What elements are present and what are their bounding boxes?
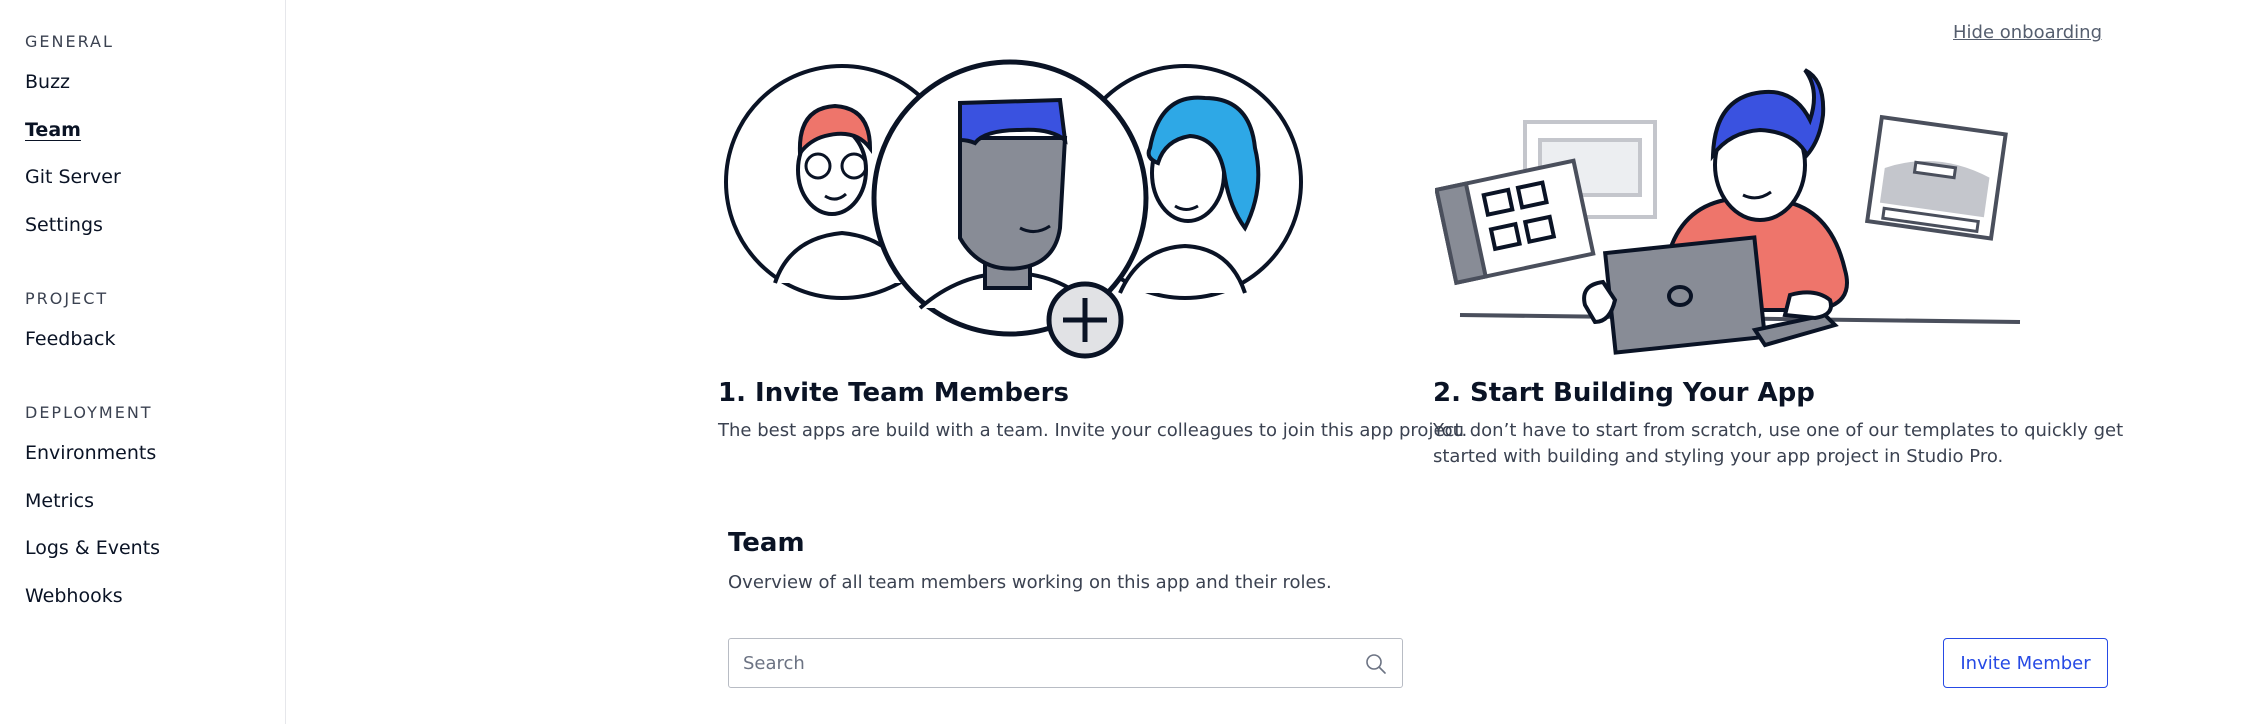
sidebar-item-logs-events[interactable]: Logs & Events bbox=[25, 537, 160, 559]
team-search-box bbox=[728, 638, 1403, 688]
hide-onboarding-link[interactable]: Hide onboarding bbox=[1953, 22, 2102, 43]
sidebar: GENERAL Buzz Team Git Server Settings PR… bbox=[0, 0, 286, 724]
invite-member-button[interactable]: Invite Member bbox=[1943, 638, 2108, 688]
step1-description: The best apps are build with a team. Inv… bbox=[718, 420, 1468, 441]
sidebar-item-team[interactable]: Team bbox=[25, 119, 81, 141]
build-app-illustration bbox=[1435, 68, 2021, 355]
sidebar-item-environments[interactable]: Environments bbox=[25, 442, 156, 464]
sidebar-item-metrics[interactable]: Metrics bbox=[25, 490, 94, 512]
sidebar-item-feedback[interactable]: Feedback bbox=[25, 328, 115, 350]
step2-title: 2. Start Building Your App bbox=[1433, 378, 1815, 408]
sidebar-item-git-server[interactable]: Git Server bbox=[25, 166, 121, 188]
step2-description-line1: You don’t have to start from scratch, us… bbox=[1433, 420, 2124, 441]
team-section-title: Team bbox=[728, 528, 805, 558]
section-title-project: PROJECT bbox=[25, 289, 109, 308]
team-search-input[interactable] bbox=[743, 639, 1343, 687]
sidebar-item-buzz[interactable]: Buzz bbox=[25, 71, 70, 93]
section-title-deployment: DEPLOYMENT bbox=[25, 403, 153, 422]
sidebar-item-webhooks[interactable]: Webhooks bbox=[25, 585, 123, 607]
form-window-icon bbox=[1864, 114, 2008, 241]
grid-window-icon bbox=[1435, 158, 1596, 286]
add-member-icon bbox=[1046, 281, 1124, 359]
search-icon[interactable] bbox=[1364, 652, 1388, 676]
sidebar-item-settings[interactable]: Settings bbox=[25, 214, 103, 236]
step1-title: 1. Invite Team Members bbox=[718, 378, 1069, 408]
section-title-general: GENERAL bbox=[25, 32, 114, 51]
team-section-description: Overview of all team members working on … bbox=[728, 572, 1332, 593]
invite-team-illustration bbox=[724, 59, 1303, 359]
step2-description-line2: started with building and styling your a… bbox=[1433, 446, 2004, 467]
